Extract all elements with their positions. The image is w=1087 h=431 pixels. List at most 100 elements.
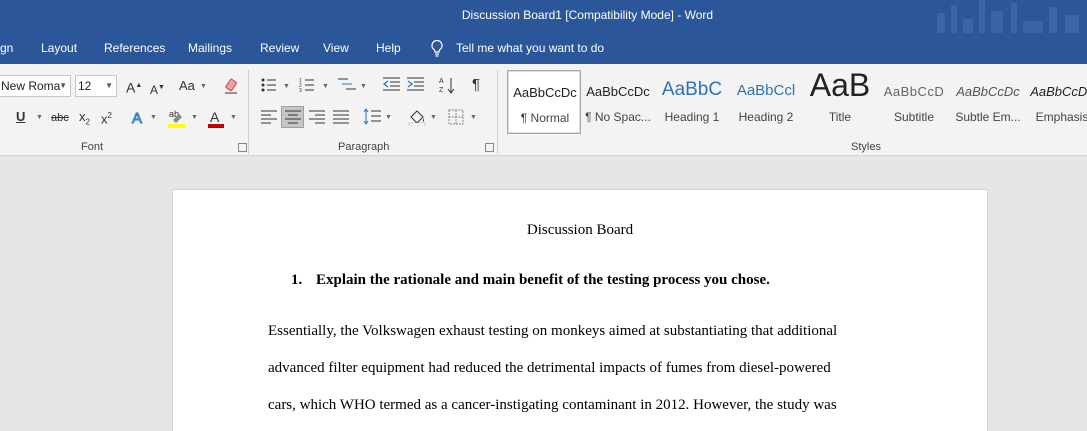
font-size-value: 12	[78, 79, 92, 93]
font-name-combo[interactable]: New Roma ▼	[0, 75, 71, 97]
borders-icon[interactable]	[448, 109, 464, 125]
style-subtle-emphasis[interactable]: AaBbCcDc Subtle Em...	[951, 70, 1025, 134]
chevron-down-icon[interactable]: ▼	[200, 83, 207, 90]
style-sample: AaBbCcDc	[586, 84, 650, 99]
strikethrough-button[interactable]: abc	[51, 110, 69, 126]
group-separator	[248, 70, 249, 154]
body-line: advanced filter equipment had reduced th…	[268, 360, 831, 376]
chevron-down-icon[interactable]: ▼	[36, 114, 43, 121]
font-color-icon[interactable]: A	[207, 109, 225, 129]
chevron-down-icon[interactable]: ▼	[230, 114, 237, 121]
highlight-icon[interactable]: ab	[167, 108, 187, 128]
style-normal[interactable]: AaBbCcDc ¶ Normal	[507, 70, 581, 134]
subscript-button[interactable]: x2	[79, 109, 90, 131]
lightbulb-icon	[431, 39, 443, 57]
style-name: Subtitle	[893, 110, 935, 124]
style-name: Heading 2	[738, 110, 794, 124]
question-number: 1.	[291, 272, 303, 288]
tab-design[interactable]: gn	[0, 41, 13, 55]
tab-mailings[interactable]: Mailings	[188, 41, 232, 55]
tab-view[interactable]: View	[323, 41, 349, 55]
svg-text:A: A	[210, 109, 220, 125]
align-left-icon[interactable]	[261, 110, 277, 124]
document-page[interactable]: Discussion Board 1. Explain the rational…	[173, 190, 987, 431]
body-line: cars, which WHO termed as a cancer-insti…	[268, 397, 837, 413]
text-effects-icon[interactable]: A	[131, 109, 147, 126]
style-heading-1[interactable]: AaBbC Heading 1	[655, 70, 729, 134]
show-formatting-marks-button[interactable]: ¶	[472, 77, 480, 93]
tab-help[interactable]: Help	[376, 41, 401, 55]
chevron-down-icon[interactable]: ▼	[470, 114, 477, 121]
grow-font-button[interactable]: A▲	[126, 78, 142, 96]
window-title: Discussion Board1 [Compatibility Mode] -…	[461, 8, 714, 22]
ribbon-tabs: gn Layout References Mailings Review Vie…	[0, 33, 1087, 64]
chevron-down-icon[interactable]: ▼	[150, 114, 157, 121]
font-group-label: Font	[81, 141, 104, 153]
svg-text:Z: Z	[439, 87, 444, 94]
style-name: Heading 1	[664, 110, 720, 124]
paragraph-dialog-launcher-icon[interactable]	[485, 143, 494, 152]
styles-group-label: Styles	[851, 141, 881, 153]
title-bar-pattern	[927, 0, 1087, 33]
group-separator	[497, 70, 498, 154]
align-center-button[interactable]	[281, 106, 304, 128]
style-name: ¶ Normal	[520, 111, 570, 125]
underline-button[interactable]: U	[16, 109, 25, 125]
styles-gallery: AaBbCcDc ¶ Normal AaBbCcDc ¶ No Spac... …	[507, 67, 1087, 134]
style-subtitle[interactable]: AaBbCcD Subtitle	[877, 70, 951, 134]
font-name-value: New Roma	[1, 79, 61, 93]
decrease-indent-icon[interactable]	[383, 77, 401, 92]
style-name: Title	[828, 110, 852, 124]
chevron-down-icon[interactable]: ▼	[59, 81, 67, 90]
style-sample: AaBbCcDc	[956, 84, 1020, 99]
shrink-font-button[interactable]: A▼	[150, 80, 165, 98]
chevron-down-icon[interactable]: ▼	[322, 83, 329, 90]
style-name: Subtle Em...	[955, 110, 1021, 124]
ribbon: New Roma ▼ 12 ▼ A▲ A▼ Aa ▼ U ▼ abc x2 x2…	[0, 64, 1087, 156]
chevron-down-icon[interactable]: ▼	[430, 114, 437, 121]
style-sample: AaB	[809, 67, 871, 103]
chevron-down-icon[interactable]: ▼	[191, 114, 198, 121]
svg-text:3: 3	[299, 88, 302, 92]
align-right-icon[interactable]	[309, 110, 325, 124]
svg-text:A: A	[132, 110, 142, 125]
font-size-combo[interactable]: 12 ▼	[75, 75, 117, 97]
question-text: Explain the rationale and main benefit o…	[316, 272, 770, 288]
font-dialog-launcher-icon[interactable]	[238, 143, 247, 152]
document-canvas[interactable]: Discussion Board 1. Explain the rational…	[0, 157, 1087, 431]
clear-formatting-icon[interactable]	[222, 77, 240, 95]
style-sample: AaBbCcDc	[513, 85, 577, 100]
numbering-icon[interactable]: 1 2 3	[299, 77, 315, 92]
tab-references[interactable]: References	[104, 41, 165, 55]
change-case-button[interactable]: Aa	[179, 78, 195, 94]
svg-text:A: A	[439, 78, 444, 85]
tab-review[interactable]: Review	[260, 41, 299, 55]
chevron-down-icon[interactable]: ▼	[283, 83, 290, 90]
justify-icon[interactable]	[333, 110, 349, 124]
tab-layout[interactable]: Layout	[41, 41, 77, 55]
body-line: Essentially, the Volkswagen exhaust test…	[268, 323, 838, 339]
increase-indent-icon[interactable]	[407, 77, 425, 92]
chevron-down-icon[interactable]: ▼	[360, 83, 367, 90]
bullets-icon[interactable]	[261, 78, 277, 92]
align-center-icon	[285, 110, 301, 124]
style-name: Emphasis	[1035, 110, 1087, 124]
paragraph-group-label: Paragraph	[338, 141, 390, 153]
tell-me-search[interactable]: Tell me what you want to do	[456, 41, 604, 55]
title-bar: Discussion Board1 [Compatibility Mode] -…	[0, 0, 1087, 33]
multilevel-list-icon[interactable]	[338, 77, 356, 92]
chevron-down-icon[interactable]: ▼	[385, 114, 392, 121]
line-spacing-icon[interactable]	[363, 108, 381, 125]
style-emphasis[interactable]: AaBbCcDc Emphasis	[1025, 70, 1087, 134]
sort-icon[interactable]: A Z	[439, 76, 455, 94]
style-sample: AaBbC	[661, 79, 723, 100]
superscript-button[interactable]: x2	[101, 108, 112, 127]
style-sample: AaBbCcD	[883, 84, 945, 99]
shading-icon[interactable]	[408, 108, 426, 126]
chevron-down-icon[interactable]: ▼	[105, 81, 113, 90]
style-heading-2[interactable]: AaBbCcl Heading 2	[729, 70, 803, 134]
style-name: ¶ No Spac...	[585, 110, 651, 124]
document-title: Discussion Board	[526, 222, 634, 238]
style-title[interactable]: AaB Title	[803, 67, 877, 134]
style-no-spacing[interactable]: AaBbCcDc ¶ No Spac...	[581, 70, 655, 134]
